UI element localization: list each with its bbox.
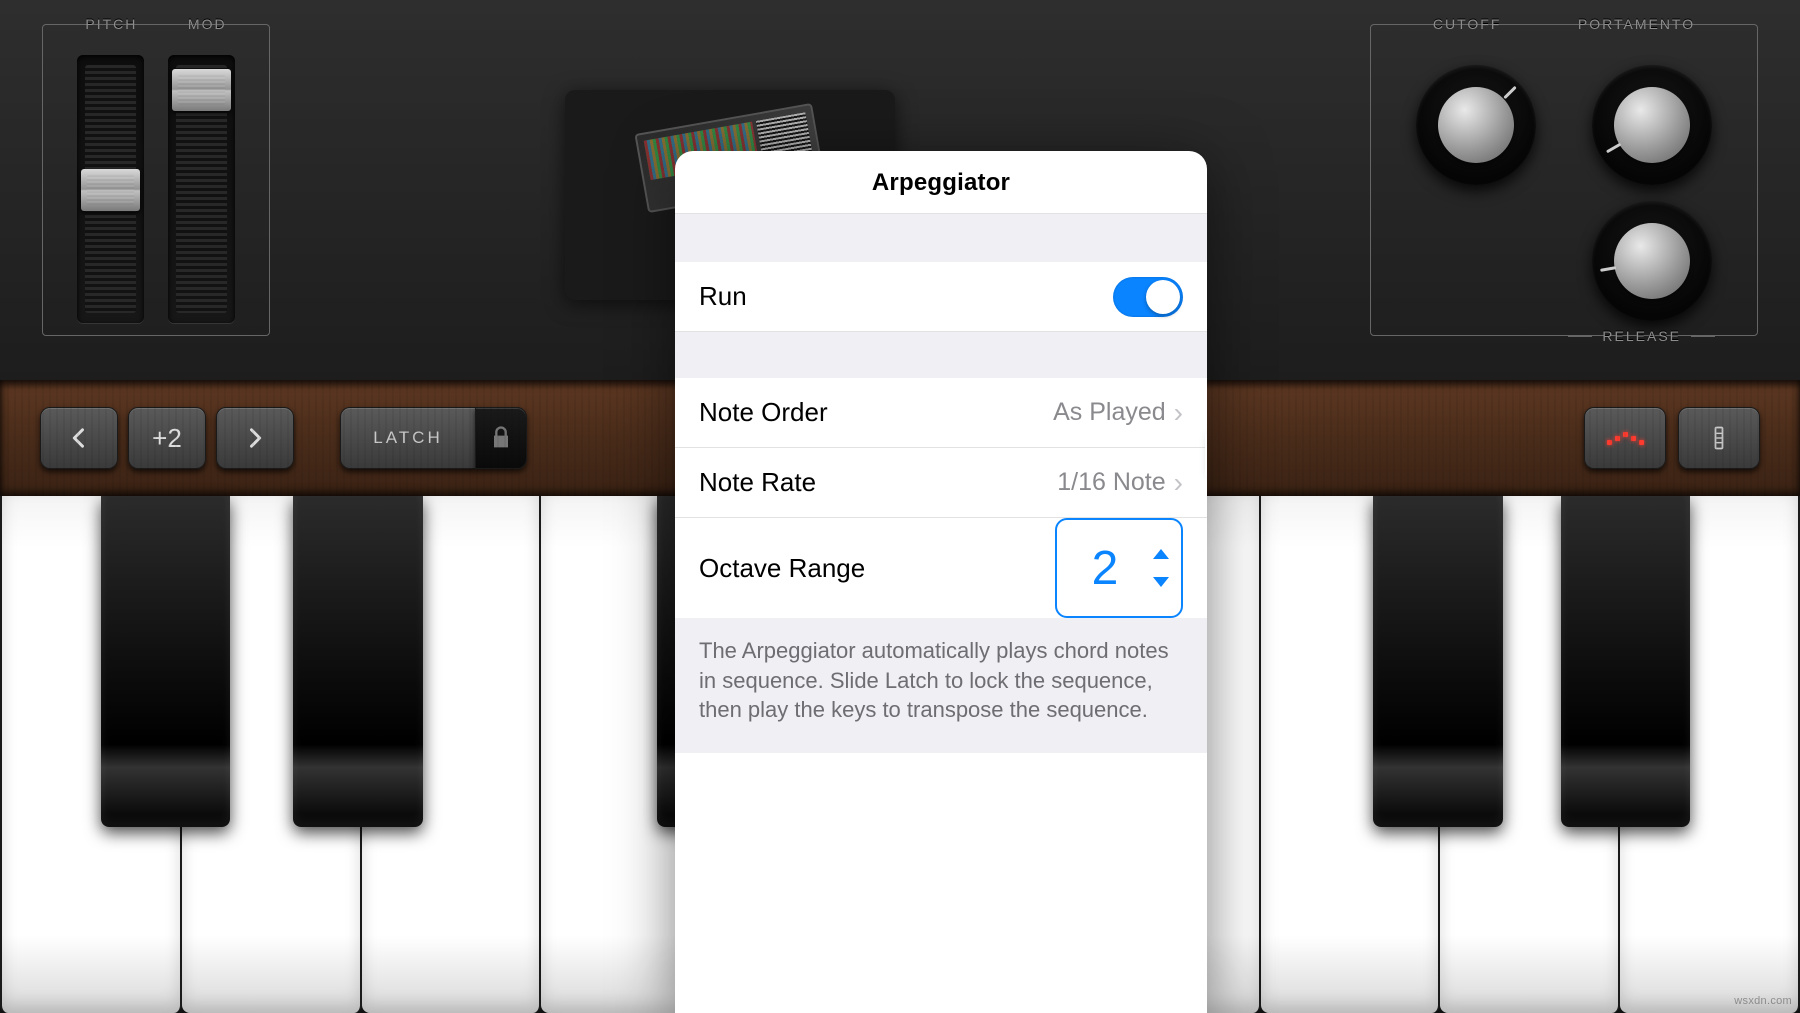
octave-range-stepper[interactable]: 2	[1055, 518, 1183, 618]
stepper-up-icon[interactable]	[1153, 549, 1169, 559]
black-key[interactable]	[1561, 496, 1691, 827]
pitch-mod-labels: PITCH MOD	[43, 16, 269, 32]
cutoff-knob[interactable]	[1416, 65, 1536, 185]
octave-group: +2	[40, 407, 294, 469]
octave-range-row: Octave Range 2	[675, 518, 1207, 618]
note-order-value: As Played	[1053, 398, 1166, 427]
release-knob[interactable]	[1592, 201, 1712, 321]
right-toolbar-group	[1584, 407, 1760, 469]
black-key[interactable]	[101, 496, 231, 827]
arpeggiator-popover: Arpeggiator Run Note Order As Played › N…	[675, 151, 1207, 1013]
chevron-left-icon	[65, 424, 93, 452]
octave-up-button[interactable]	[216, 407, 294, 469]
popover-footer-text: The Arpeggiator automatically plays chor…	[675, 618, 1207, 753]
mod-slider-thumb[interactable]	[172, 69, 231, 111]
black-key[interactable]	[293, 496, 423, 827]
knob-panel-labels: CUTOFF PORTAMENTO	[1371, 16, 1757, 32]
cutoff-label: CUTOFF	[1433, 16, 1502, 32]
black-key[interactable]	[1373, 496, 1503, 827]
stepper-down-icon[interactable]	[1153, 577, 1169, 587]
portamento-label: PORTAMENTO	[1578, 16, 1695, 32]
note-order-label: Note Order	[699, 397, 1053, 428]
pitch-mod-panel: PITCH MOD	[42, 24, 270, 336]
mod-slider[interactable]	[168, 55, 235, 323]
knob-panel: CUTOFF PORTAMENTO RELEASE	[1370, 24, 1758, 336]
octave-range-value: 2	[1057, 541, 1153, 596]
octave-range-label: Octave Range	[699, 553, 1055, 584]
octave-down-button[interactable]	[40, 407, 118, 469]
note-order-row[interactable]: Note Order As Played ›	[675, 378, 1207, 448]
arpeggiator-button[interactable]	[1584, 407, 1666, 469]
mod-label: MOD	[188, 16, 227, 32]
run-label: Run	[699, 281, 1113, 312]
synth-background: PITCH MOD CUTOFF PORTAMENTO	[0, 0, 1800, 1013]
release-label: RELEASE	[1592, 328, 1691, 344]
pitch-slider-thumb[interactable]	[81, 169, 140, 211]
toggle-thumb	[1146, 280, 1180, 314]
latch-lock-button[interactable]	[475, 407, 527, 469]
stepper-arrows	[1153, 549, 1181, 587]
keyboard-scale-icon	[1705, 424, 1733, 452]
popover-arrow	[1205, 433, 1207, 477]
popover-section-gap	[675, 214, 1207, 262]
keyboard-settings-button[interactable]	[1678, 407, 1760, 469]
popover-title: Arpeggiator	[675, 151, 1207, 214]
octave-value-button[interactable]: +2	[128, 407, 206, 469]
chevron-right-icon	[241, 424, 269, 452]
latch-button[interactable]: LATCH	[340, 407, 476, 469]
chevron-right-icon: ›	[1174, 397, 1183, 429]
latch-group: LATCH	[340, 407, 527, 469]
note-rate-value: 1/16 Note	[1057, 468, 1165, 497]
watermark-text: wsxdn.com	[1734, 995, 1792, 1007]
lock-icon	[487, 424, 515, 452]
pitch-label: PITCH	[85, 16, 137, 32]
run-row: Run	[675, 262, 1207, 332]
release-label-row: RELEASE	[1371, 328, 1757, 344]
note-rate-label: Note Rate	[699, 467, 1057, 498]
portamento-knob[interactable]	[1592, 65, 1712, 185]
note-rate-row[interactable]: Note Rate 1/16 Note ›	[675, 448, 1207, 518]
arpeggiator-icon	[1607, 432, 1644, 445]
run-toggle[interactable]	[1113, 277, 1183, 317]
chevron-right-icon: ›	[1174, 467, 1183, 499]
pitch-slider[interactable]	[77, 55, 144, 323]
popover-section-gap	[675, 332, 1207, 378]
